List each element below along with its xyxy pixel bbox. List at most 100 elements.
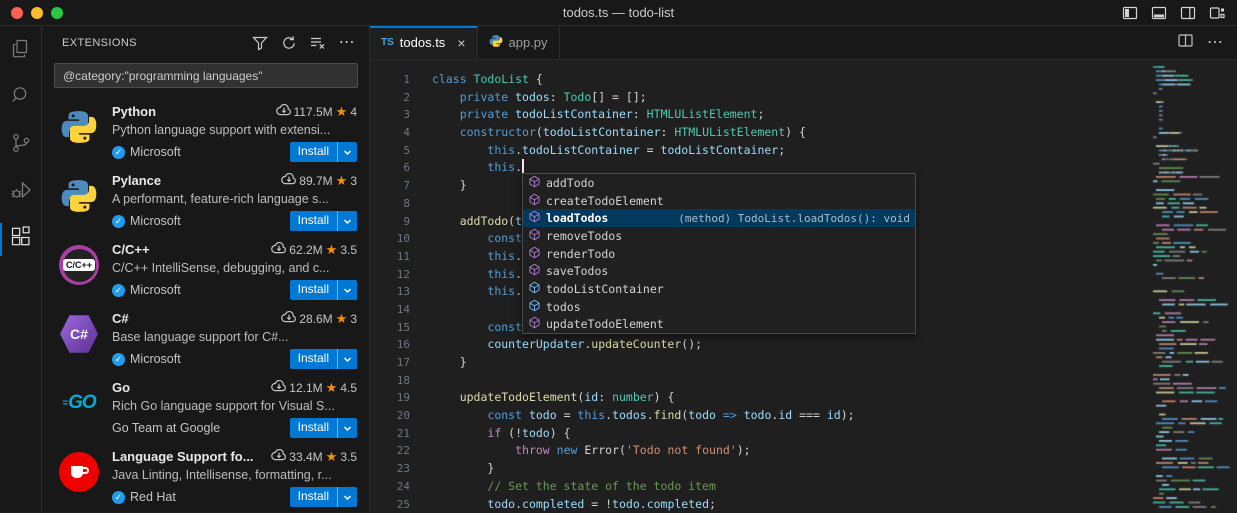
- suggest-item-addTodo[interactable]: addTodo: [523, 174, 915, 192]
- code-line-4: 4 constructor(todoListContainer: HTMLULi…: [370, 124, 1150, 142]
- tab-todos-ts[interactable]: TS todos.ts ×: [370, 26, 478, 59]
- code-line-20: 20 const todo = this.todos.find(todo => …: [370, 407, 1150, 425]
- extension-row-go[interactable]: =GOGo12.1M★4.5Rich Go language support f…: [42, 370, 369, 439]
- download-count: 89.7M: [299, 174, 332, 188]
- suggest-label: updateTodoElement: [546, 317, 664, 331]
- java-extension-icon: [58, 451, 100, 493]
- verified-publisher-icon: ✓: [112, 284, 125, 297]
- extension-description: Java Linting, Intellisense, formatting, …: [112, 468, 357, 484]
- suggest-item-createTodoElement[interactable]: createTodoElement: [523, 192, 915, 210]
- verified-publisher-icon: ✓: [112, 215, 125, 228]
- install-button[interactable]: Install: [290, 142, 357, 162]
- suggest-item-loadTodos[interactable]: loadTodos(method) TodoList.loadTodos(): …: [523, 209, 915, 227]
- install-dropdown-chevron-icon[interactable]: [337, 211, 357, 231]
- extension-row-pylance[interactable]: Pylance89.7M★3A performant, feature-rich…: [42, 163, 369, 232]
- refresh-icon[interactable]: [281, 35, 297, 51]
- line-number: 2: [370, 89, 410, 107]
- install-button[interactable]: Install: [290, 418, 357, 438]
- suggest-item-saveTodos[interactable]: saveTodos: [523, 262, 915, 280]
- install-dropdown-chevron-icon[interactable]: [337, 487, 357, 507]
- customize-layout-icon[interactable]: [1209, 5, 1225, 21]
- activity-bar-item-source-control[interactable]: [0, 122, 41, 169]
- suggest-label: todoListContainer: [546, 282, 664, 296]
- toggle-panel-icon[interactable]: [1151, 5, 1167, 21]
- suggest-item-todos[interactable]: todos: [523, 298, 915, 316]
- editor-group: TS todos.ts × app.py ⋯ 1class TodoList {…: [370, 26, 1237, 512]
- filter-icon[interactable]: [252, 35, 268, 51]
- suggest-detail: (method) TodoList.loadTodos(): void: [678, 212, 910, 225]
- extension-name: C#: [112, 311, 129, 326]
- workbench: EXTENSIONS ⋯ Python117.5M★4Python langua…: [0, 26, 1237, 512]
- extension-name: Pylance: [112, 173, 161, 188]
- minimap[interactable]: [1150, 60, 1237, 512]
- close-tab-icon[interactable]: ×: [457, 35, 465, 51]
- line-number: 22: [370, 442, 410, 460]
- install-dropdown-chevron-icon[interactable]: [337, 142, 357, 162]
- line-number: 25: [370, 496, 410, 513]
- toggle-secondary-sidebar-icon[interactable]: [1180, 5, 1196, 21]
- install-dropdown-chevron-icon[interactable]: [337, 418, 357, 438]
- more-actions-icon[interactable]: ⋯: [339, 39, 355, 47]
- extension-row-c-[interactable]: C#C#28.6M★3Base language support for C#.…: [42, 301, 369, 370]
- extension-row-c-c-[interactable]: C/C++C/C++62.2M★3.5C/C++ IntelliSense, d…: [42, 232, 369, 301]
- extensions-search-input[interactable]: [54, 63, 358, 88]
- search-icon: [9, 84, 33, 113]
- install-dropdown-chevron-icon[interactable]: [337, 280, 357, 300]
- clear-search-results-icon[interactable]: [310, 35, 326, 51]
- install-button[interactable]: Install: [290, 280, 357, 300]
- suggest-label: removeTodos: [546, 229, 622, 243]
- install-button[interactable]: Install: [290, 349, 357, 369]
- line-number: 23: [370, 460, 410, 478]
- activity-bar-item-run-debug[interactable]: [0, 169, 41, 216]
- extension-row-language-support-fo-[interactable]: Language Support fo...33.4M★3.5Java Lint…: [42, 439, 369, 508]
- suggest-item-renderTodo[interactable]: renderTodo: [523, 245, 915, 263]
- cpp-extension-icon: C/C++: [58, 244, 100, 286]
- suggest-item-todoListContainer[interactable]: todoListContainer: [523, 280, 915, 298]
- suggest-item-updateTodoElement[interactable]: updateTodoElement: [523, 316, 915, 334]
- split-editor-icon[interactable]: [1178, 33, 1193, 53]
- rating-value: 3.5: [340, 450, 357, 464]
- activity-bar-item-extensions[interactable]: [0, 216, 41, 263]
- code-line-17: 17 }: [370, 354, 1150, 372]
- go-extension-icon: =GO: [58, 382, 100, 424]
- line-number: 16: [370, 336, 410, 354]
- install-button[interactable]: Install: [290, 211, 357, 231]
- line-number: 18: [370, 372, 410, 390]
- suggest-label: renderTodo: [546, 247, 615, 261]
- zoom-window-button[interactable]: [51, 7, 63, 19]
- symbol-method-icon: [528, 246, 541, 262]
- code-line-16: 16 counterUpdater.updateCounter();: [370, 336, 1150, 354]
- activity-bar-item-search[interactable]: [0, 75, 41, 122]
- extension-description: A performant, feature-rich language s...: [112, 192, 357, 208]
- star-icon: ★: [326, 242, 338, 258]
- install-button[interactable]: Install: [290, 487, 357, 507]
- install-dropdown-chevron-icon[interactable]: [337, 349, 357, 369]
- code-line-24: 24 // Set the state of the todo item: [370, 478, 1150, 496]
- line-number: 21: [370, 425, 410, 443]
- extension-description: Python language support with extensi...: [112, 123, 357, 139]
- tab-app-py[interactable]: app.py: [478, 26, 560, 59]
- sidebar-header-actions: ⋯: [252, 35, 355, 51]
- extension-description: C/C++ IntelliSense, debugging, and c...: [112, 261, 357, 277]
- symbol-field-icon: [528, 281, 541, 297]
- activity-bar-item-explorer[interactable]: [0, 28, 41, 75]
- toggle-primary-sidebar-icon[interactable]: [1122, 5, 1138, 21]
- suggest-item-removeTodos[interactable]: removeTodos: [523, 227, 915, 245]
- suggest-label: addTodo: [546, 176, 594, 190]
- extensions-sidebar: EXTENSIONS ⋯ Python117.5M★4Python langua…: [42, 26, 370, 512]
- line-number: 1: [370, 71, 410, 89]
- extension-name: Go: [112, 380, 130, 395]
- download-icon: [276, 104, 291, 119]
- verified-publisher-icon: ✓: [112, 146, 125, 159]
- sidebar-title: EXTENSIONS: [62, 37, 137, 49]
- extension-row-python[interactable]: Python117.5M★4Python language support wi…: [42, 94, 369, 163]
- line-number: 10: [370, 230, 410, 248]
- symbol-method-icon: [528, 193, 541, 209]
- minimize-window-button[interactable]: [31, 7, 43, 19]
- more-actions-icon[interactable]: ⋯: [1207, 38, 1223, 48]
- line-number: 13: [370, 283, 410, 301]
- symbol-method-icon: [528, 316, 541, 332]
- title-bar: todos.ts — todo-list: [0, 0, 1237, 26]
- close-window-button[interactable]: [11, 7, 23, 19]
- star-icon: ★: [336, 104, 348, 120]
